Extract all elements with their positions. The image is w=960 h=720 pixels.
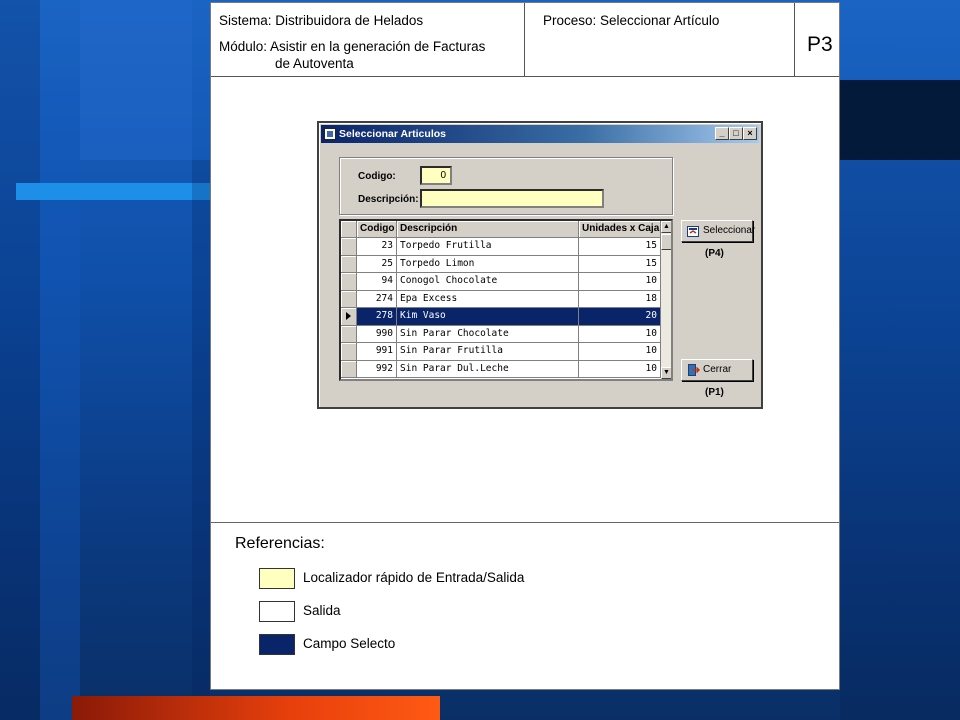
column-header-code[interactable]: Codigo (357, 221, 397, 238)
bg-block-top (80, 0, 192, 160)
cell-code: 990 (357, 325, 397, 343)
cell-description: Kim Vaso (397, 308, 579, 326)
cell-code: 25 (357, 255, 397, 273)
cell-units: 10 (579, 325, 661, 343)
table-row[interactable]: 23 Torpedo Frutilla 15 (341, 238, 661, 256)
cell-code: 274 (357, 290, 397, 308)
row-indicator (341, 360, 357, 378)
page-code: P3 (807, 33, 833, 56)
current-row-pointer-icon (346, 312, 351, 320)
code-label: Codigo: (358, 171, 396, 182)
column-header-units[interactable]: Unidades x Caja (579, 221, 661, 238)
bg-stripe-light (16, 183, 210, 200)
app-icon (324, 128, 336, 140)
bg-band-right (840, 160, 960, 720)
process-name: Proceso: Seleccionar Artículo (543, 13, 720, 28)
close-button-label: Cerrar (703, 364, 732, 375)
cell-code: 992 (357, 360, 397, 378)
row-indicator (341, 273, 357, 291)
code-input[interactable]: 0 (420, 166, 452, 185)
bg-stripe-orange (72, 696, 440, 720)
header-system-cell: Sistema: Distribuidora de Helados Módulo… (211, 3, 525, 77)
description-label: Descripción: (358, 194, 419, 205)
table-row[interactable]: 990 Sin Parar Chocolate 10 (341, 325, 661, 343)
swatch-output (259, 601, 295, 622)
close-ref-code: (P1) (705, 387, 724, 398)
grid-header-row: Codigo Descripción Unidades x Caja (341, 221, 661, 238)
module-name: Módulo: Asistir en la generación de Fact… (219, 39, 486, 54)
close-window-button[interactable]: × (743, 127, 757, 140)
cell-description: Sin Parar Chocolate (397, 325, 579, 343)
legend-output: Salida (303, 603, 341, 618)
dialog-title: Seleccionar Articulos (339, 128, 446, 140)
cell-units: 18 (579, 290, 661, 308)
cell-units: 20 (579, 308, 661, 326)
row-indicator (341, 343, 357, 361)
select-ref-code: (P4) (705, 248, 724, 259)
grid-header-indicator (341, 221, 357, 238)
swatch-quick-locator (259, 568, 295, 589)
table-row[interactable]: 992 Sin Parar Dul.Leche 10 (341, 360, 661, 378)
cell-code: 23 (357, 238, 397, 256)
header-process-cell: Proceso: Seleccionar Artículo (525, 3, 795, 77)
exit-door-icon (688, 364, 700, 376)
articles-grid[interactable]: Codigo Descripción Unidades x Caja 23 Tor… (339, 219, 673, 381)
row-indicator (341, 255, 357, 273)
bg-block-dark (840, 80, 960, 160)
system-name: Sistema: Distribuidora de Helados (219, 13, 424, 28)
references-divider (211, 522, 839, 523)
bg-band-left-2 (40, 80, 80, 720)
filter-panel: Codigo: 0 Descripción: (339, 157, 673, 215)
scroll-up-icon[interactable]: ▲ (661, 221, 671, 233)
dialog-titlebar[interactable]: Seleccionar Articulos _ □ × (321, 125, 759, 143)
cell-units: 10 (579, 360, 661, 378)
cell-code: 278 (357, 308, 397, 326)
column-header-description[interactable]: Descripción (397, 221, 579, 238)
bg-band-left (0, 0, 40, 720)
row-indicator (341, 308, 357, 326)
legend-quick-locator: Localizador rápido de Entrada/Salida (303, 570, 525, 585)
select-icon (687, 226, 699, 237)
description-input[interactable] (420, 189, 604, 208)
legend-selected-field: Campo Selecto (303, 636, 396, 651)
swatch-selected-field (259, 634, 295, 655)
table-row[interactable]: 94 Conogol Chocolate 10 (341, 273, 661, 291)
select-button[interactable]: Seleccionar (681, 220, 756, 242)
cell-description: Epa Excess (397, 290, 579, 308)
close-button[interactable]: Cerrar (681, 359, 753, 381)
header-table: Sistema: Distribuidora de Helados Módulo… (211, 3, 839, 77)
references-title: Referencias: (235, 535, 325, 552)
table-row[interactable]: 25 Torpedo Limon 15 (341, 255, 661, 273)
row-indicator (341, 325, 357, 343)
scroll-down-icon[interactable]: ▼ (661, 367, 671, 379)
cell-description: Torpedo Frutilla (397, 238, 579, 256)
table-row[interactable]: 274 Epa Excess 18 (341, 290, 661, 308)
cell-description: Sin Parar Dul.Leche (397, 360, 579, 378)
document-sheet: Sistema: Distribuidora de Helados Módulo… (210, 2, 840, 690)
select-button-label: Seleccionar (703, 225, 756, 236)
maximize-button[interactable]: □ (729, 127, 743, 140)
bg-band-mid (192, 160, 210, 720)
header-code-cell: P3 (795, 3, 839, 77)
select-articles-dialog: Seleccionar Articulos _ □ × Codigo: 0 De… (317, 121, 763, 409)
cell-units: 10 (579, 273, 661, 291)
cell-code: 991 (357, 343, 397, 361)
cell-units: 15 (579, 255, 661, 273)
scroll-thumb[interactable] (661, 234, 671, 250)
cell-code: 94 (357, 273, 397, 291)
table-row[interactable]: 991 Sin Parar Frutilla 10 (341, 343, 661, 361)
cell-units: 15 (579, 238, 661, 256)
module-name-cont: de Autoventa (275, 56, 354, 71)
row-indicator (341, 290, 357, 308)
cell-units: 10 (579, 343, 661, 361)
grid-scrollbar[interactable]: ▲ ▼ (661, 221, 671, 379)
minimize-button[interactable]: _ (715, 127, 729, 140)
row-indicator (341, 238, 357, 256)
cell-description: Torpedo Limon (397, 255, 579, 273)
cell-description: Conogol Chocolate (397, 273, 579, 291)
cell-description: Sin Parar Frutilla (397, 343, 579, 361)
table-row[interactable]: 278 Kim Vaso 20 (341, 308, 661, 326)
